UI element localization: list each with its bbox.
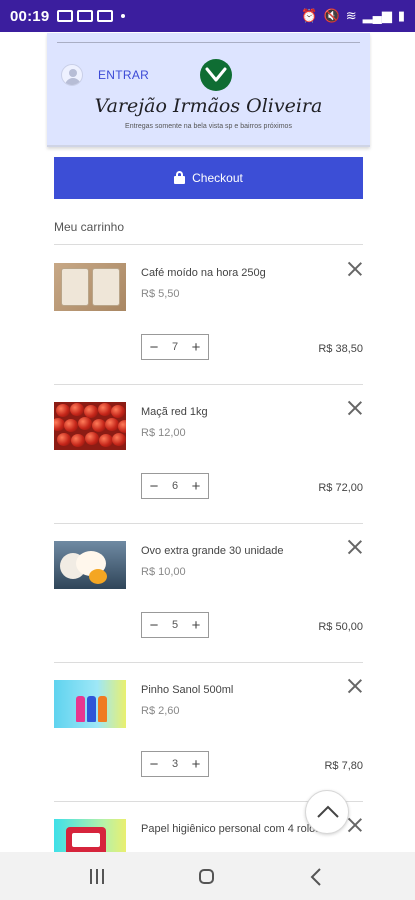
- home-icon[interactable]: [199, 869, 214, 884]
- close-icon[interactable]: [347, 817, 363, 833]
- cart-divider: [54, 244, 363, 245]
- back-icon[interactable]: [310, 868, 322, 886]
- cart-item: Ovo extra grande 30 unidade R$ 10,00 − 5…: [54, 524, 363, 663]
- item-name: Maçã red 1kg: [141, 406, 208, 418]
- checkout-button[interactable]: Checkout: [54, 157, 363, 199]
- product-image-coffee: [54, 263, 126, 311]
- close-icon[interactable]: [347, 539, 363, 555]
- chevron-up-icon: [317, 805, 339, 818]
- decrease-button[interactable]: −: [147, 756, 161, 773]
- check-logo-icon: [205, 67, 227, 82]
- increase-button[interactable]: +: [189, 478, 203, 495]
- checkout-label: Checkout: [192, 171, 243, 185]
- item-name: Ovo extra grande 30 unidade: [141, 545, 284, 557]
- item-price: R$ 12,00: [141, 427, 186, 439]
- item-total: R$ 50,00: [318, 621, 363, 633]
- status-bar: 00:19 ⏰ 🔇 ≋ ▂▄▆ ▮: [0, 0, 415, 32]
- item-total: R$ 72,00: [318, 482, 363, 494]
- increase-button[interactable]: +: [189, 617, 203, 634]
- product-image-apple: [54, 402, 126, 450]
- login-link[interactable]: ENTRAR: [98, 68, 149, 82]
- cart-title: Meu carrinho: [54, 220, 125, 234]
- mute-icon: 🔇: [323, 8, 340, 23]
- header-divider: [57, 42, 360, 43]
- decrease-button[interactable]: −: [147, 339, 161, 356]
- news-icon: [97, 10, 114, 22]
- image-icon: [77, 10, 94, 22]
- wifi-icon: ≋: [345, 8, 357, 23]
- close-icon[interactable]: [347, 678, 363, 694]
- system-icons: ⏰ 🔇 ≋ ▂▄▆ ▮: [301, 8, 405, 24]
- store-name: Varejão Irmãos Oliveira: [94, 95, 323, 117]
- item-price: R$ 5,50: [141, 288, 180, 300]
- recents-icon[interactable]: [90, 869, 104, 884]
- item-name: Pinho Sanol 500ml: [141, 684, 234, 696]
- quantity-stepper: − 6 +: [141, 473, 209, 499]
- item-name: Café moído na hora 250g: [141, 267, 266, 279]
- quantity-value: 7: [171, 341, 179, 353]
- gallery-icon: [57, 10, 74, 22]
- cart-item: Maçã red 1kg R$ 12,00 − 6 + R$ 72,00: [54, 385, 363, 524]
- close-icon[interactable]: [347, 261, 363, 277]
- decrease-button[interactable]: −: [147, 478, 161, 495]
- lock-icon: [174, 171, 186, 185]
- increase-button[interactable]: +: [189, 756, 203, 773]
- quantity-stepper: − 7 +: [141, 334, 209, 360]
- quantity-value: 6: [171, 480, 179, 492]
- item-price: R$ 10,00: [141, 566, 186, 578]
- product-image-pinho: [54, 680, 126, 728]
- signal-icon: ▂▄▆: [362, 8, 392, 23]
- item-total: R$ 7,80: [324, 760, 363, 772]
- item-total: R$ 38,50: [318, 343, 363, 355]
- alarm-icon: ⏰: [301, 8, 318, 23]
- store-subtitle: Entregas somente na bela vista sp e bair…: [125, 123, 292, 130]
- user-avatar-icon[interactable]: [61, 64, 83, 86]
- increase-button[interactable]: +: [189, 339, 203, 356]
- quantity-stepper: − 3 +: [141, 751, 209, 777]
- decrease-button[interactable]: −: [147, 617, 161, 634]
- store-logo: [200, 59, 232, 91]
- navigation-bar: [0, 852, 415, 900]
- battery-icon: ▮: [397, 8, 405, 23]
- item-price: R$ 2,60: [141, 705, 180, 717]
- quantity-value: 3: [171, 758, 179, 770]
- product-image-egg: [54, 541, 126, 589]
- store-header: ENTRAR Varejão Irmãos Oliveira Entregas …: [47, 33, 370, 147]
- quantity-value: 5: [171, 619, 179, 631]
- notification-icons: [57, 10, 126, 22]
- close-icon[interactable]: [347, 400, 363, 416]
- cart-item: Café moído na hora 250g R$ 5,50 − 7 + R$…: [54, 246, 363, 385]
- quantity-stepper: − 5 +: [141, 612, 209, 638]
- status-time: 00:19: [10, 7, 50, 25]
- scroll-top-button[interactable]: [305, 790, 349, 834]
- cart-item: Pinho Sanol 500ml R$ 2,60 − 3 + R$ 7,80: [54, 663, 363, 802]
- product-image-toilet-paper: [54, 819, 126, 852]
- more-notifications-icon: [121, 14, 126, 18]
